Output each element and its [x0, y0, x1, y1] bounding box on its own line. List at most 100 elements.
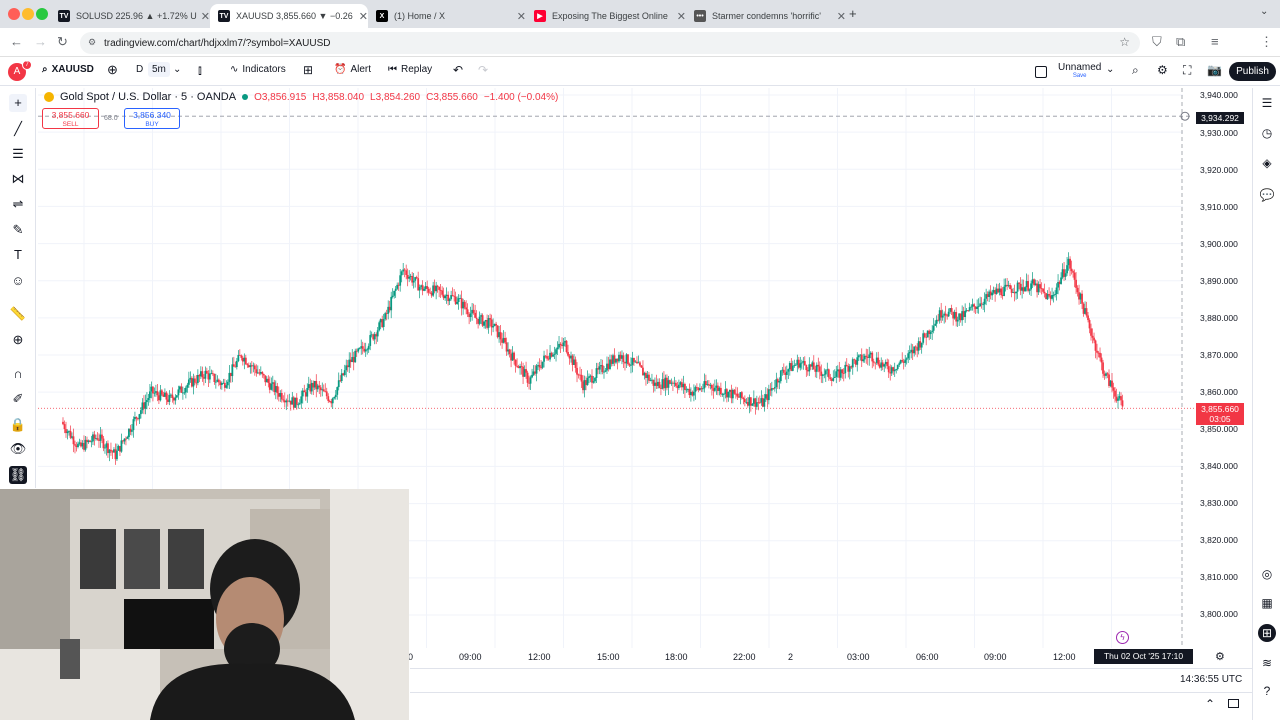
media-icon[interactable]: ≡	[1211, 34, 1219, 49]
close-tab-icon[interactable]: ✕	[517, 10, 526, 23]
compare-add-icon[interactable]: ⊕	[107, 62, 118, 78]
reload-icon[interactable]: ↻	[57, 34, 68, 50]
candle-body	[767, 389, 770, 401]
minimize-window-icon[interactable]	[22, 8, 34, 20]
candle-type-icon[interactable]: ⫾	[198, 63, 202, 78]
chart-legend: Gold Spot / U.S. Dollar · 5 · OANDA O3,8…	[44, 91, 558, 103]
chat-icon[interactable]: 💬	[1258, 186, 1276, 204]
maximize-panel-icon[interactable]	[1228, 699, 1239, 708]
camera-icon[interactable]: 📷	[1207, 63, 1222, 77]
candle-body	[853, 359, 856, 361]
sell-button[interactable]: 3,855.660 SELL	[42, 108, 99, 129]
pattern-icon[interactable]: ⋈	[9, 170, 27, 188]
axis-settings-icon[interactable]: ⚙	[1215, 650, 1225, 663]
candle-body	[354, 350, 357, 363]
candle-body	[794, 364, 797, 366]
layout-name[interactable]: Unnamed Save	[1058, 62, 1101, 79]
layout-checkbox-icon[interactable]	[1035, 66, 1047, 78]
maximize-window-icon[interactable]	[36, 8, 48, 20]
undo-icon[interactable]: ↶	[453, 63, 463, 77]
browser-tab[interactable]: ••• Starmer condemns 'horrific' ✕	[686, 4, 846, 28]
candle-body	[295, 397, 298, 405]
tab-list-chevron-icon[interactable]: ⌄	[1260, 6, 1268, 17]
candle-body	[153, 392, 156, 394]
close-tab-icon[interactable]: ✕	[201, 10, 210, 23]
bookmark-star-icon[interactable]: ☆	[1119, 35, 1130, 49]
browser-tab[interactable]: X (1) Home / X ✕	[368, 4, 526, 28]
layers-icon[interactable]: ◈	[1258, 154, 1276, 172]
close-window-icon[interactable]	[8, 8, 20, 20]
brush-icon[interactable]: ✎	[9, 221, 27, 239]
lock-icon[interactable]: 🔒	[9, 416, 27, 434]
forward-icon[interactable]: →	[34, 34, 47, 49]
replay-button[interactable]: ⏮ Replay	[388, 64, 432, 75]
candle-body	[898, 363, 901, 365]
close-tab-icon[interactable]: ✕	[359, 10, 368, 23]
watchlist-icon[interactable]: ☰	[1258, 94, 1276, 112]
event-lightning-icon[interactable]: ϟ	[1116, 631, 1129, 644]
interval-daily[interactable]: D	[136, 64, 143, 75]
utc-clock[interactable]: 14:36:55 UTC	[1180, 674, 1242, 685]
publish-button[interactable]: Publish	[1229, 62, 1276, 81]
stay-drawing-icon[interactable]: ✐	[9, 390, 27, 408]
fullscreen-icon[interactable]: ⛶	[1183, 63, 1191, 78]
redo-icon[interactable]: ↷	[478, 63, 488, 77]
settings-icon[interactable]: ⚙	[1157, 63, 1168, 77]
browser-menu-icon[interactable]: ⋮	[1260, 34, 1273, 50]
collapse-chevron-icon[interactable]: ⌃	[1205, 697, 1215, 711]
candle-body	[980, 303, 983, 305]
interval-5m[interactable]: 5m	[148, 62, 170, 77]
browser-tab-active[interactable]: TV XAUUSD 3,855.660 ▼ −0.26 ✕	[210, 4, 368, 28]
magnet-icon[interactable]: ∩	[9, 365, 27, 383]
apps-grid-icon[interactable]: ⊞	[1258, 624, 1276, 642]
shield-icon[interactable]: ⛉	[1152, 34, 1162, 50]
emoji-icon[interactable]: ☺	[9, 272, 27, 290]
candle-body	[444, 296, 447, 299]
candle-body	[580, 374, 583, 382]
candle-body	[633, 357, 635, 363]
layout-chevron-icon[interactable]: ⌄	[1106, 64, 1114, 75]
back-icon[interactable]: ←	[10, 34, 23, 49]
new-tab-icon[interactable]: +	[849, 6, 857, 21]
url-field[interactable]: ⚙ tradingview.com/chart/hdjxxlm7/?symbol…	[80, 32, 1140, 54]
templates-icon[interactable]: ⊞	[303, 63, 313, 77]
candle-body	[648, 374, 650, 381]
candle-body	[763, 398, 766, 407]
time-axis-label: 2	[788, 652, 794, 662]
interval-chevron-icon[interactable]: ⌄	[173, 64, 181, 75]
extensions-icon[interactable]: ⧉	[1176, 34, 1185, 50]
time-axis-label: 18:00	[665, 652, 688, 662]
zoom-in-icon[interactable]: ⊕	[9, 331, 27, 349]
buy-button[interactable]: 3,856.340 BUY	[124, 108, 180, 129]
link-icon[interactable]: ⛓	[9, 466, 27, 484]
close-tab-icon[interactable]: ✕	[677, 10, 686, 23]
eye-icon[interactable]: 👁	[9, 440, 27, 458]
browser-tab[interactable]: TV SOLUSD 225.96 ▲ +1.72% U ✕	[50, 4, 210, 28]
browser-tab[interactable]: ▶ Exposing The Biggest Online ✕	[526, 4, 686, 28]
trend-line-icon[interactable]: ╱	[9, 120, 27, 138]
quick-search-icon[interactable]: ⌕	[1132, 63, 1139, 78]
candle-body	[240, 355, 243, 358]
ruler-icon[interactable]: 📏	[9, 305, 27, 323]
help-icon[interactable]: ?	[1258, 682, 1276, 700]
close-tab-icon[interactable]: ✕	[837, 10, 846, 23]
candle-body	[147, 398, 150, 401]
projection-icon[interactable]: ⇌	[9, 195, 27, 213]
indicators-button[interactable]: ∿ Indicators	[230, 64, 286, 75]
candle-body	[412, 280, 415, 283]
target-icon[interactable]: ◎	[1258, 565, 1276, 583]
candle-body	[817, 364, 820, 367]
site-info-icon[interactable]: ⚙	[88, 37, 96, 48]
fib-retracement-icon[interactable]: ☰	[9, 145, 27, 163]
alerts-clock-icon[interactable]: ◷	[1258, 124, 1276, 142]
calendar-icon[interactable]: ▦	[1258, 594, 1276, 612]
text-icon[interactable]: T	[9, 246, 27, 264]
candle-body	[857, 355, 860, 358]
crosshair-icon[interactable]: +	[9, 94, 27, 112]
candle-body	[327, 396, 330, 402]
broadcast-icon[interactable]: ≋	[1258, 654, 1276, 672]
symbol-search[interactable]: ⌕ XAUUSD	[42, 64, 94, 75]
candle-body	[66, 431, 69, 434]
candle-body	[513, 352, 515, 360]
alert-button[interactable]: ⏰ Alert	[334, 64, 371, 75]
